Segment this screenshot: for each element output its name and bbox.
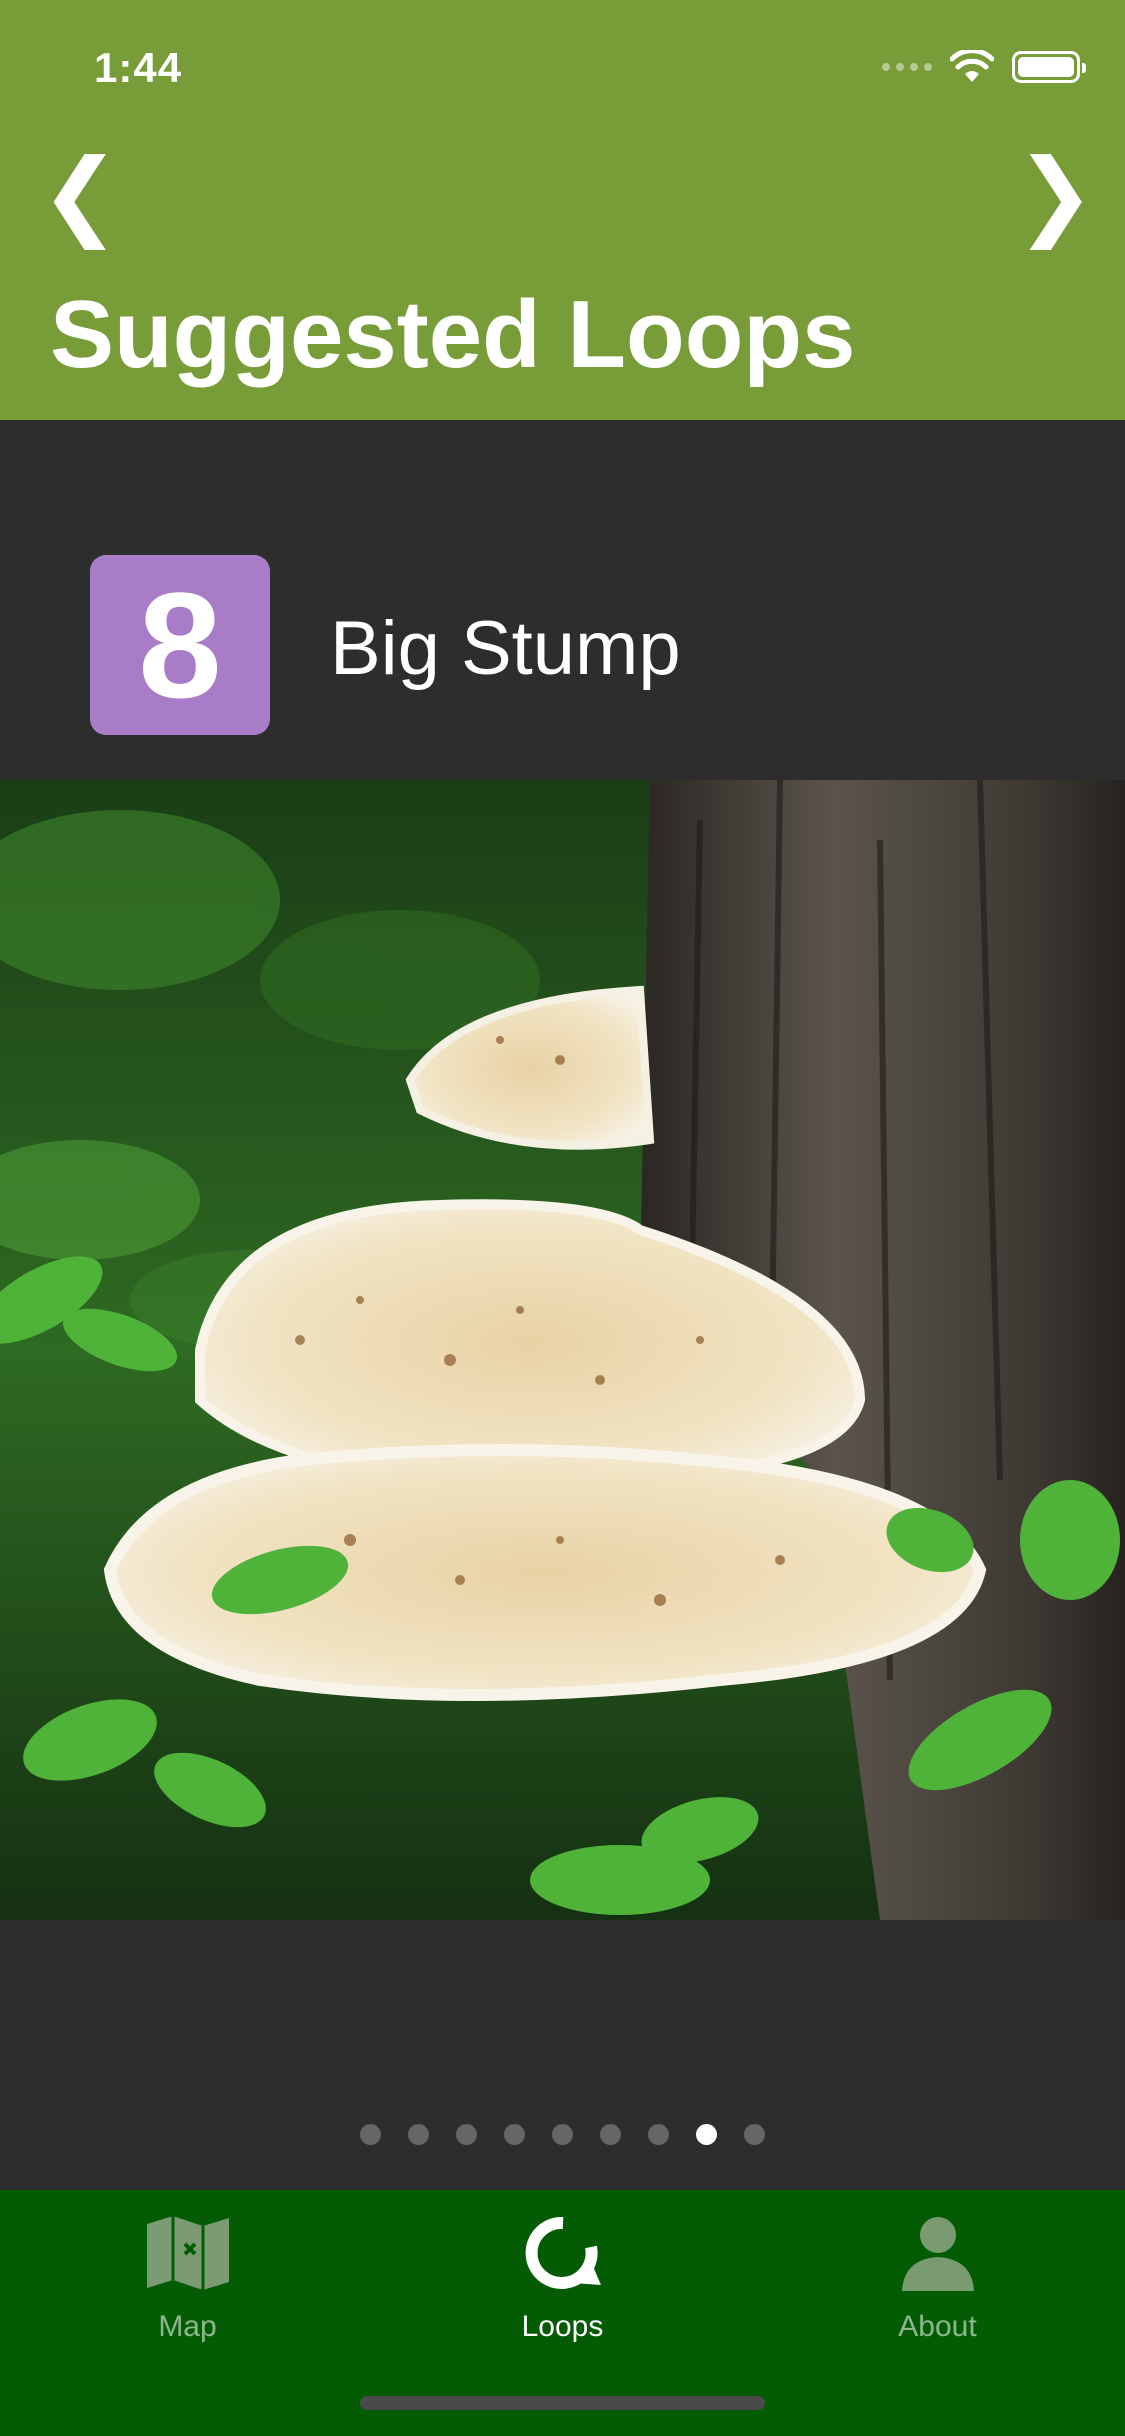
page-dot-active[interactable]	[696, 2124, 717, 2145]
content-gap	[0, 1920, 1125, 2190]
page-title: Suggested Loops	[50, 281, 856, 388]
page-dot[interactable]	[360, 2124, 381, 2145]
page-dot[interactable]	[408, 2124, 429, 2145]
loop-header: 8 Big Stump	[0, 420, 1125, 780]
page-dot[interactable]	[600, 2124, 621, 2145]
previous-button[interactable]: ❮	[40, 147, 120, 243]
page-dot[interactable]	[552, 2124, 573, 2145]
wifi-icon	[950, 50, 994, 82]
loop-number-badge: 8	[90, 555, 270, 735]
page-dot[interactable]	[648, 2124, 669, 2145]
status-time: 1:44	[94, 44, 183, 91]
page-dot[interactable]	[744, 2124, 765, 2145]
person-icon	[893, 2208, 983, 2298]
page-dot[interactable]	[456, 2124, 477, 2145]
home-indicator[interactable]	[360, 2396, 765, 2410]
cellular-signal-icon	[882, 63, 932, 71]
tab-loops[interactable]: Loops	[453, 2208, 673, 2344]
loop-photo[interactable]	[0, 780, 1125, 1920]
tab-label: Map	[158, 2310, 217, 2343]
page-indicator[interactable]	[0, 2124, 1125, 2145]
next-button[interactable]: ❯	[1015, 147, 1095, 243]
header: 1:44 ❮ ❯ Suggested Loops	[0, 0, 1125, 420]
loop-name: Big Stump	[330, 606, 681, 691]
page-dot[interactable]	[504, 2124, 525, 2145]
status-icons	[882, 50, 1086, 84]
mushroom-stump-image	[0, 780, 1125, 1920]
loop-icon	[518, 2208, 608, 2298]
tab-label: Loops	[521, 2310, 604, 2343]
tab-about[interactable]: About	[828, 2208, 1048, 2344]
map-icon	[143, 2208, 233, 2298]
battery-icon	[1012, 51, 1086, 83]
tab-map[interactable]: Map	[78, 2208, 298, 2344]
tab-label: About	[898, 2310, 977, 2343]
